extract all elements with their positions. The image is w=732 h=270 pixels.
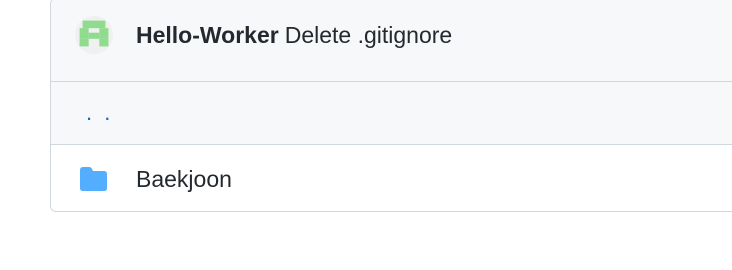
commit-author-link[interactable]: Hello-Worker xyxy=(136,22,279,48)
latest-commit-header: Hello-Worker Delete .gitignore xyxy=(51,0,732,82)
folder-icon xyxy=(78,166,108,192)
author-avatar[interactable] xyxy=(75,16,113,54)
folder-name-link[interactable]: Baekjoon xyxy=(136,164,232,194)
commit-message-link[interactable]: Delete .gitignore xyxy=(285,22,453,48)
parent-directory-row[interactable]: . . xyxy=(51,82,732,145)
file-browser: Hello-Worker Delete .gitignore . . Baekjo… xyxy=(50,0,732,212)
identicon-icon xyxy=(75,16,113,54)
commit-summary: Hello-Worker Delete .gitignore xyxy=(136,20,452,50)
parent-directory-link[interactable]: . . xyxy=(86,100,113,126)
file-row[interactable]: Baekjoon xyxy=(51,145,732,211)
